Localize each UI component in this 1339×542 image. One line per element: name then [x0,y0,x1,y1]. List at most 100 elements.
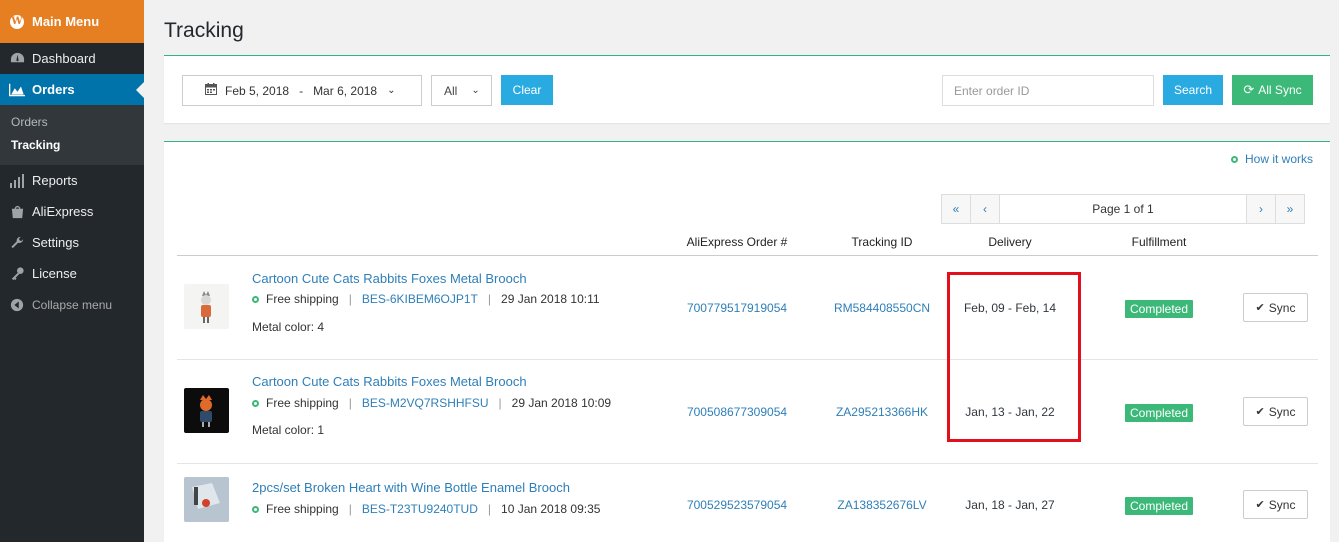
next-page-button[interactable]: › [1246,195,1275,223]
table-row: 2pcs/set Broken Heart with Wine Bottle E… [177,464,1318,542]
product-variant: Metal color: 4 [252,320,325,334]
tracking-list-panel: How it works « ‹ Page 1 of 1 › » AliExpr… [164,141,1330,542]
check-icon: ✔ [1255,406,1265,418]
refresh-icon: ⟳ [1243,82,1255,97]
order-sku-link[interactable]: BES-6KIBEM6OJP1T [362,292,478,306]
filter-panel: Feb 5, 2018 - Mar 6, 2018 ⌄ All ⌄ Clear … [164,55,1330,123]
aliexpress-order-link[interactable]: 700529523579054 [687,498,787,512]
tracking-id-link[interactable]: ZA295213366HK [836,405,928,419]
sidebar-item-license[interactable]: License [0,258,144,289]
sidebar-item-label: Reports [32,173,78,188]
sidebar-item-label: Orders [32,82,75,97]
search-button[interactable]: Search [1163,75,1223,105]
sync-button[interactable]: ✔ Sync [1243,397,1308,426]
column-header-fulfillment: Fulfillment [1131,235,1187,249]
aliexpress-order-link[interactable]: 700779517919054 [687,301,787,315]
sync-button[interactable]: ✔ Sync [1243,490,1308,519]
submenu-item-orders[interactable]: Orders [0,111,144,134]
separator: | [348,292,352,306]
calendar-icon [205,83,217,98]
product-title-link[interactable]: 2pcs/set Broken Heart with Wine Bottle E… [252,480,570,495]
submenu-item-tracking[interactable]: Tracking [0,134,144,157]
sidebar-item-label: License [32,266,77,281]
status-select[interactable]: All ⌄ [431,75,492,106]
product-title-link[interactable]: Cartoon Cute Cats Rabbits Foxes Metal Br… [252,271,527,286]
status-select-value: All [444,83,458,98]
sync-button[interactable]: ✔ Sync [1243,293,1308,322]
order-sku-link[interactable]: BES-M2VQ7RSHHFSU [362,396,489,410]
sidebar-item-reports[interactable]: Reports [0,165,144,196]
bar-chart-icon [9,173,25,189]
all-sync-label: All Sync [1258,83,1302,97]
date-to: Mar 6, 2018 [313,83,378,98]
delivery-range: Jan, 18 - Jan, 27 [965,498,1055,512]
product-thumbnail[interactable] [184,388,229,433]
product-thumbnail[interactable] [184,477,229,522]
shipping-dot-icon [252,295,259,303]
shopping-bag-icon [9,204,25,220]
collapse-icon [9,297,25,313]
main-menu-link[interactable]: W Main Menu [0,0,144,43]
first-page-button[interactable]: « [942,195,971,223]
chevron-down-icon: ⌄ [387,85,396,96]
shipping-dot-icon [252,399,259,407]
sidebar-collapse-menu[interactable]: Collapse menu [0,289,144,320]
shipping-label: Free shipping [266,502,339,516]
product-meta: Free shipping | BES-T23TU9240TUD | 10 Ja… [252,502,600,516]
order-sku-link[interactable]: BES-T23TU9240TUD [362,502,478,516]
separator: | [487,502,492,516]
column-header-delivery: Delivery [988,235,1032,249]
clear-button[interactable]: Clear [501,75,553,105]
page-indicator: Page 1 of 1 [1000,195,1246,223]
date-from: Feb 5, 2018 [225,83,290,98]
order-date: 29 Jan 2018 10:09 [511,396,612,410]
prev-page-button[interactable]: ‹ [971,195,1000,223]
shipping-dot-icon [252,505,259,513]
product-title-link[interactable]: Cartoon Cute Cats Rabbits Foxes Metal Br… [252,374,527,389]
last-page-button[interactable]: » [1275,195,1304,223]
shipping-label: Free shipping [266,292,339,306]
aliexpress-order-link[interactable]: 700508677309054 [687,405,787,419]
separator: | [348,502,352,516]
sidebar-item-orders[interactable]: Orders [0,74,144,105]
status-badge: Completed [1124,300,1194,318]
dashboard-icon [9,51,25,67]
column-header-tracking: Tracking ID [851,235,913,249]
chevron-down-icon: ⌄ [471,85,480,96]
separator: | [487,292,492,306]
column-header-order: AliExpress Order # [686,235,788,249]
date-separator: - [299,83,304,98]
shipping-label: Free shipping [266,396,339,410]
how-it-works-link[interactable]: How it works [1230,152,1313,166]
sync-label: Sync [1268,497,1296,512]
product-thumbnail[interactable] [184,284,229,329]
orders-submenu: Orders Tracking [0,105,144,165]
how-it-works-label: How it works [1244,152,1313,166]
chart-area-icon [9,82,25,98]
delivery-highlight-box [947,272,1081,442]
sync-label: Sync [1268,404,1296,419]
wordpress-icon: W [10,14,24,29]
sidebar-item-aliexpress[interactable]: AliExpress [0,196,144,227]
sidebar-item-settings[interactable]: Settings [0,227,144,258]
product-meta: Free shipping | BES-6KIBEM6OJP1T | 29 Ja… [252,292,600,306]
tracking-id-link[interactable]: RM584408550CN [834,301,930,315]
all-sync-button[interactable]: ⟳ All Sync [1232,75,1313,105]
order-id-input[interactable] [942,75,1154,106]
sync-label: Sync [1268,300,1296,315]
sidebar-item-label: Collapse menu [32,297,113,312]
sidebar-item-label: AliExpress [32,204,94,219]
info-dot-icon [1230,155,1238,163]
status-badge: Completed [1124,404,1194,422]
key-icon [9,266,25,282]
tracking-id-link[interactable]: ZA138352676LV [837,498,926,512]
separator: | [348,396,352,410]
date-range-picker[interactable]: Feb 5, 2018 - Mar 6, 2018 ⌄ [182,75,422,106]
sidebar-item-dashboard[interactable]: Dashboard [0,43,144,74]
table-header: AliExpress Order # Tracking ID Delivery … [177,232,1318,256]
check-icon: ✔ [1255,499,1265,511]
admin-sidebar: W Main Menu Dashboard Orders Orders Trac… [0,0,144,542]
order-date: 29 Jan 2018 10:11 [501,292,600,306]
product-meta: Free shipping | BES-M2VQ7RSHHFSU | 29 Ja… [252,396,611,410]
sidebar-item-label: Dashboard [32,51,96,66]
